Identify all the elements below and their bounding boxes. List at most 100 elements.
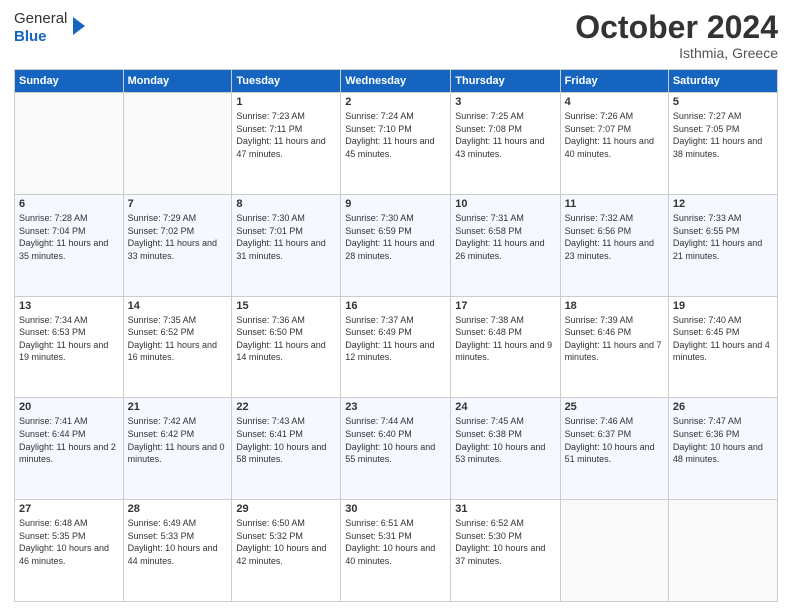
day-info: Sunrise: 7:26 AM Sunset: 7:07 PM Dayligh… <box>565 110 664 160</box>
calendar-cell <box>560 500 668 602</box>
calendar-week-row: 20Sunrise: 7:41 AM Sunset: 6:44 PM Dayli… <box>15 398 778 500</box>
calendar-cell: 27 Sunrise: 6:48 AM Sunset: 5:35 PM Dayli… <box>15 500 124 602</box>
day-number: 12 <box>673 198 773 210</box>
day-info: Sunrise: 7:40 AM Sunset: 6:45 PM Dayligh… <box>673 314 773 364</box>
calendar-cell: 20Sunrise: 7:41 AM Sunset: 6:44 PM Dayli… <box>15 398 124 500</box>
calendar-cell <box>123 93 232 195</box>
day-number: 28 <box>128 503 228 515</box>
col-thursday: Thursday <box>451 70 560 93</box>
calendar-cell: 21 Sunrise: 7:42 AM Sunset: 6:42 PM Dayli… <box>123 398 232 500</box>
calendar: Sunday Monday Tuesday Wednesday Thursday… <box>14 69 778 602</box>
calendar-week-row: 13Sunrise: 7:34 AM Sunset: 6:53 PM Dayli… <box>15 296 778 398</box>
day-number: 8 <box>236 198 336 210</box>
logo-blue: Blue <box>14 28 47 45</box>
day-number: 25 <box>565 401 664 413</box>
day-info: Sunrise: 7:34 AM Sunset: 6:53 PM Dayligh… <box>19 314 119 364</box>
calendar-cell: 3 Sunrise: 7:25 AM Sunset: 7:08 PM Daylig… <box>451 93 560 195</box>
calendar-cell <box>668 500 777 602</box>
day-number: 11 <box>565 198 664 210</box>
calendar-cell: 23 Sunrise: 7:44 AM Sunset: 6:40 PM Dayli… <box>341 398 451 500</box>
day-info: Sunrise: 7:47 AM Sunset: 6:36 PM Dayligh… <box>673 415 773 465</box>
calendar-header-row: Sunday Monday Tuesday Wednesday Thursday… <box>15 70 778 93</box>
calendar-cell: 12 Sunrise: 7:33 AM Sunset: 6:55 PM Dayli… <box>668 194 777 296</box>
logo-arrow-icon <box>73 17 85 35</box>
calendar-cell: 13Sunrise: 7:34 AM Sunset: 6:53 PM Dayli… <box>15 296 124 398</box>
day-number: 27 <box>19 503 119 515</box>
day-info: Sunrise: 7:37 AM Sunset: 6:49 PM Dayligh… <box>345 314 446 364</box>
col-saturday: Saturday <box>668 70 777 93</box>
day-number: 2 <box>345 96 446 108</box>
day-number: 1 <box>236 96 336 108</box>
day-info: Sunrise: 6:50 AM Sunset: 5:32 PM Dayligh… <box>236 517 336 567</box>
calendar-cell: 10Sunrise: 7:31 AM Sunset: 6:58 PM Dayli… <box>451 194 560 296</box>
day-info: Sunrise: 7:32 AM Sunset: 6:56 PM Dayligh… <box>565 212 664 262</box>
day-info: Sunrise: 7:30 AM Sunset: 7:01 PM Dayligh… <box>236 212 336 262</box>
day-number: 29 <box>236 503 336 515</box>
location: Isthmia, Greece <box>575 45 778 61</box>
day-info: Sunrise: 7:44 AM Sunset: 6:40 PM Dayligh… <box>345 415 446 465</box>
day-info: Sunrise: 7:39 AM Sunset: 6:46 PM Dayligh… <box>565 314 664 364</box>
day-info: Sunrise: 7:41 AM Sunset: 6:44 PM Dayligh… <box>19 415 119 465</box>
col-friday: Friday <box>560 70 668 93</box>
calendar-week-row: 1 Sunrise: 7:23 AM Sunset: 7:11 PM Daylig… <box>15 93 778 195</box>
calendar-week-row: 6 Sunrise: 7:28 AM Sunset: 7:04 PM Daylig… <box>15 194 778 296</box>
day-number: 10 <box>455 198 555 210</box>
day-number: 5 <box>673 96 773 108</box>
day-number: 16 <box>345 300 446 312</box>
calendar-cell: 15 Sunrise: 7:36 AM Sunset: 6:50 PM Dayli… <box>232 296 341 398</box>
day-number: 30 <box>345 503 446 515</box>
page: General Blue October 2024 Isthmia, Greec… <box>0 0 792 612</box>
col-tuesday: Tuesday <box>232 70 341 93</box>
day-number: 31 <box>455 503 555 515</box>
day-info: Sunrise: 7:25 AM Sunset: 7:08 PM Dayligh… <box>455 110 555 160</box>
day-info: Sunrise: 7:35 AM Sunset: 6:52 PM Dayligh… <box>128 314 228 364</box>
day-info: Sunrise: 7:23 AM Sunset: 7:11 PM Dayligh… <box>236 110 336 160</box>
day-number: 17 <box>455 300 555 312</box>
day-info: Sunrise: 7:42 AM Sunset: 6:42 PM Dayligh… <box>128 415 228 465</box>
day-info: Sunrise: 7:30 AM Sunset: 6:59 PM Dayligh… <box>345 212 446 262</box>
calendar-cell: 7Sunrise: 7:29 AM Sunset: 7:02 PM Daylig… <box>123 194 232 296</box>
day-info: Sunrise: 7:24 AM Sunset: 7:10 PM Dayligh… <box>345 110 446 160</box>
day-number: 6 <box>19 198 119 210</box>
calendar-cell: 29 Sunrise: 6:50 AM Sunset: 5:32 PM Dayli… <box>232 500 341 602</box>
day-info: Sunrise: 6:49 AM Sunset: 5:33 PM Dayligh… <box>128 517 228 567</box>
calendar-cell: 1 Sunrise: 7:23 AM Sunset: 7:11 PM Daylig… <box>232 93 341 195</box>
calendar-cell: 4 Sunrise: 7:26 AM Sunset: 7:07 PM Daylig… <box>560 93 668 195</box>
day-info: Sunrise: 6:51 AM Sunset: 5:31 PM Dayligh… <box>345 517 446 567</box>
day-info: Sunrise: 7:36 AM Sunset: 6:50 PM Dayligh… <box>236 314 336 364</box>
day-info: Sunrise: 7:33 AM Sunset: 6:55 PM Dayligh… <box>673 212 773 262</box>
calendar-cell: 5 Sunrise: 7:27 AM Sunset: 7:05 PM Daylig… <box>668 93 777 195</box>
day-info: Sunrise: 6:48 AM Sunset: 5:35 PM Dayligh… <box>19 517 119 567</box>
calendar-cell: 22 Sunrise: 7:43 AM Sunset: 6:41 PM Dayli… <box>232 398 341 500</box>
col-sunday: Sunday <box>15 70 124 93</box>
calendar-cell: 30 Sunrise: 6:51 AM Sunset: 5:31 PM Dayli… <box>341 500 451 602</box>
day-info: Sunrise: 7:28 AM Sunset: 7:04 PM Dayligh… <box>19 212 119 262</box>
day-info: Sunrise: 6:52 AM Sunset: 5:30 PM Dayligh… <box>455 517 555 567</box>
calendar-cell: 24Sunrise: 7:45 AM Sunset: 6:38 PM Dayli… <box>451 398 560 500</box>
day-number: 21 <box>128 401 228 413</box>
day-info: Sunrise: 7:43 AM Sunset: 6:41 PM Dayligh… <box>236 415 336 465</box>
day-number: 9 <box>345 198 446 210</box>
day-number: 22 <box>236 401 336 413</box>
calendar-cell: 18Sunrise: 7:39 AM Sunset: 6:46 PM Dayli… <box>560 296 668 398</box>
calendar-week-row: 27 Sunrise: 6:48 AM Sunset: 5:35 PM Dayli… <box>15 500 778 602</box>
day-info: Sunrise: 7:38 AM Sunset: 6:48 PM Dayligh… <box>455 314 555 364</box>
calendar-cell: 9 Sunrise: 7:30 AM Sunset: 6:59 PM Daylig… <box>341 194 451 296</box>
calendar-cell: 17 Sunrise: 7:38 AM Sunset: 6:48 PM Dayli… <box>451 296 560 398</box>
calendar-cell: 16 Sunrise: 7:37 AM Sunset: 6:49 PM Dayli… <box>341 296 451 398</box>
day-number: 3 <box>455 96 555 108</box>
day-number: 23 <box>345 401 446 413</box>
day-info: Sunrise: 7:46 AM Sunset: 6:37 PM Dayligh… <box>565 415 664 465</box>
day-info: Sunrise: 7:27 AM Sunset: 7:05 PM Dayligh… <box>673 110 773 160</box>
day-number: 4 <box>565 96 664 108</box>
calendar-cell: 2 Sunrise: 7:24 AM Sunset: 7:10 PM Daylig… <box>341 93 451 195</box>
logo-text-block: General Blue <box>14 10 67 46</box>
header: General Blue October 2024 Isthmia, Greec… <box>14 10 778 61</box>
title-block: October 2024 Isthmia, Greece <box>575 10 778 61</box>
calendar-cell: 25 Sunrise: 7:46 AM Sunset: 6:37 PM Dayli… <box>560 398 668 500</box>
calendar-cell: 8 Sunrise: 7:30 AM Sunset: 7:01 PM Daylig… <box>232 194 341 296</box>
logo: General Blue <box>14 10 85 46</box>
calendar-cell: 26Sunrise: 7:47 AM Sunset: 6:36 PM Dayli… <box>668 398 777 500</box>
day-number: 15 <box>236 300 336 312</box>
day-number: 19 <box>673 300 773 312</box>
